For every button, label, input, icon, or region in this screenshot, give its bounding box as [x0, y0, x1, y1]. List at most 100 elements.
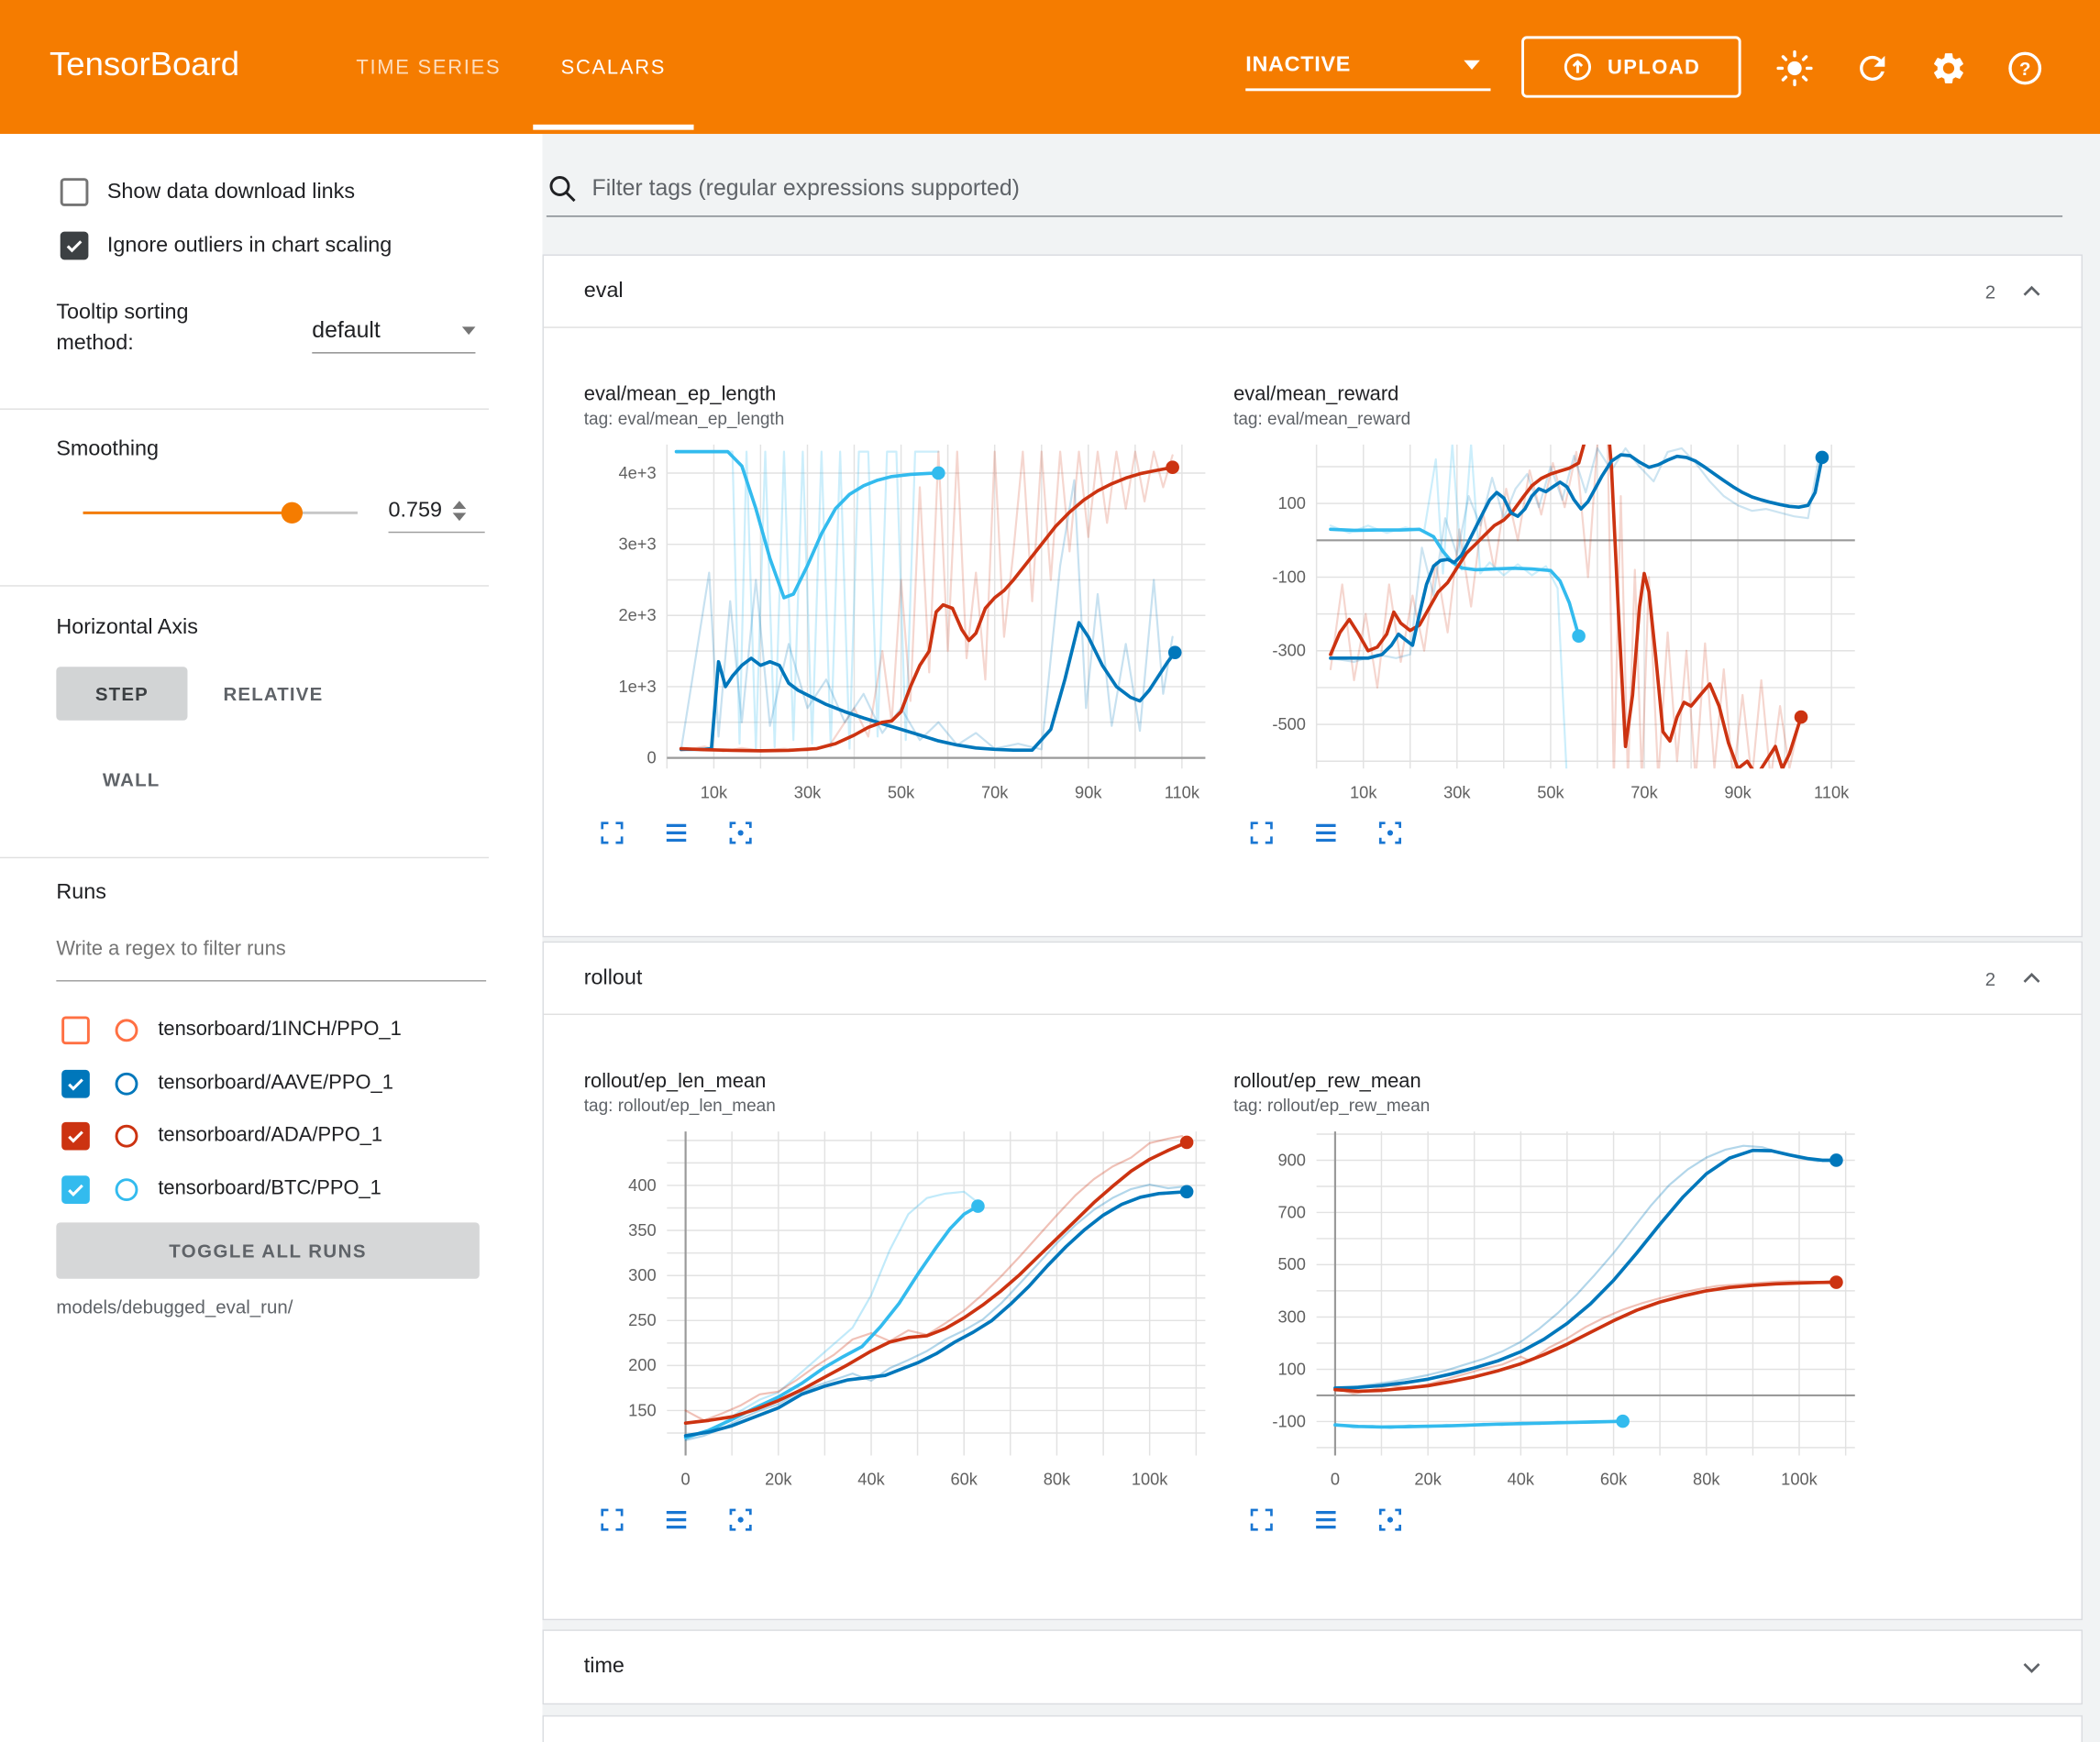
- fit-domain-button[interactable]: [1376, 818, 1405, 847]
- run-checkbox[interactable]: [61, 1175, 90, 1204]
- fit-domain-icon: [1376, 818, 1405, 847]
- divider: [0, 585, 489, 586]
- svg-text:90k: 90k: [1075, 782, 1102, 801]
- ignore-outliers-checkbox[interactable]: [61, 232, 89, 260]
- svg-text:80k: 80k: [1693, 1470, 1720, 1489]
- run-label: tensorboard/ADA/PPO_1: [158, 1123, 382, 1146]
- chart-toolbar: [584, 1505, 1213, 1535]
- slider-fill: [83, 512, 292, 514]
- tooltip-sorting-value: default: [312, 316, 381, 343]
- group-header-rollout[interactable]: rollout 2: [544, 943, 2082, 1015]
- run-checkbox[interactable]: [61, 1122, 90, 1151]
- settings-icon: [1930, 50, 1968, 87]
- toggle-all-runs-button[interactable]: TOGGLE ALL RUNS: [56, 1222, 480, 1278]
- divider: [0, 857, 489, 858]
- run-item-ada[interactable]: tensorboard/ADA/PPO_1: [0, 1110, 542, 1163]
- tooltip-sorting-label: Tooltip sorting method:: [56, 297, 271, 358]
- svg-text:3e+3: 3e+3: [619, 535, 657, 554]
- svg-text:0: 0: [1331, 1470, 1340, 1489]
- fit-domain-button[interactable]: [726, 818, 756, 847]
- stepper-down-icon[interactable]: [453, 513, 467, 521]
- fullscreen-button[interactable]: [1247, 818, 1277, 847]
- group-title: eval: [584, 280, 624, 303]
- run-item-1inch[interactable]: tensorboard/1INCH/PPO_1: [0, 1004, 542, 1057]
- upload-button-label: UPLOAD: [1608, 56, 1700, 79]
- line-chart-eval-mean-reward[interactable]: 10k30k50k70k90k110k100-100-300-500: [1233, 434, 1862, 815]
- ignore-outliers-label: Ignore outliers in chart scaling: [107, 235, 392, 259]
- tag-filter-input[interactable]: [592, 175, 2063, 202]
- fullscreen-icon: [1247, 818, 1277, 847]
- svg-text:150: 150: [628, 1400, 656, 1419]
- group-header-eval[interactable]: eval 2: [544, 256, 2082, 328]
- data-table-button[interactable]: [661, 818, 691, 847]
- svg-text:80k: 80k: [1044, 1470, 1071, 1489]
- chart-tag: tag: rollout/ep_len_mean: [584, 1096, 1213, 1116]
- chevron-down-icon: [2017, 1652, 2046, 1681]
- settings-button[interactable]: [1930, 50, 1968, 87]
- fullscreen-button[interactable]: [597, 818, 626, 847]
- brightness-toggle-button[interactable]: [1776, 50, 1814, 87]
- fit-domain-button[interactable]: [1376, 1505, 1405, 1535]
- line-chart-rollout-ep-len-mean[interactable]: 020k40k60k80k100k150200250300350400: [584, 1120, 1213, 1502]
- group-header-time[interactable]: time: [544, 1631, 2082, 1703]
- chevron-down-icon: [1464, 61, 1480, 70]
- check-icon: [64, 1178, 87, 1201]
- show-download-links-checkbox[interactable]: [61, 178, 89, 206]
- smoothing-stepper[interactable]: [453, 501, 467, 521]
- run-item-btc[interactable]: tensorboard/BTC/PPO_1: [0, 1163, 542, 1217]
- fullscreen-button[interactable]: [597, 1505, 626, 1535]
- axis-button-relative[interactable]: RELATIVE: [212, 667, 335, 720]
- svg-text:1e+3: 1e+3: [619, 677, 657, 696]
- check-icon: [64, 1073, 87, 1096]
- svg-text:90k: 90k: [1724, 782, 1752, 801]
- svg-text:-100: -100: [1272, 567, 1306, 586]
- data-table-icon: [1311, 818, 1341, 847]
- run-item-aave[interactable]: tensorboard/AAVE/PPO_1: [0, 1058, 542, 1111]
- run-label: tensorboard/BTC/PPO_1: [158, 1177, 381, 1200]
- run-checkbox[interactable]: [61, 1016, 90, 1044]
- status-dropdown[interactable]: INACTIVE: [1245, 41, 1490, 91]
- svg-text:-500: -500: [1272, 714, 1306, 733]
- group-title: rollout: [584, 966, 643, 990]
- smoothing-value-input[interactable]: [389, 499, 453, 523]
- svg-text:400: 400: [628, 1175, 656, 1195]
- fullscreen-icon: [1247, 1505, 1277, 1535]
- smoothing-slider[interactable]: [83, 502, 358, 524]
- fit-domain-button[interactable]: [726, 1505, 756, 1535]
- tooltip-sorting-dropdown[interactable]: default: [312, 308, 475, 354]
- help-button[interactable]: ?: [2006, 50, 2044, 87]
- runs-filter-input[interactable]: [56, 937, 486, 960]
- stepper-up-icon[interactable]: [453, 501, 467, 509]
- data-table-button[interactable]: [1311, 818, 1341, 847]
- axis-button-wall[interactable]: WALL: [70, 753, 193, 806]
- line-chart-rollout-ep-rew-mean[interactable]: 020k40k60k80k100k-100100300500700900: [1233, 1120, 1862, 1502]
- smoothing-slider-thumb[interactable]: [281, 502, 302, 524]
- tab-time-series[interactable]: TIME SERIES: [322, 0, 536, 134]
- run-color-swatch: [116, 1125, 138, 1148]
- expand-group-button[interactable]: [2017, 1652, 2046, 1681]
- svg-text:900: 900: [1277, 1150, 1305, 1169]
- status-dropdown-value: INACTIVE: [1245, 53, 1351, 77]
- tab-scalars[interactable]: SCALARS: [533, 0, 693, 134]
- svg-text:40k: 40k: [857, 1470, 885, 1489]
- run-color-swatch: [116, 1178, 138, 1201]
- fullscreen-button[interactable]: [1247, 1505, 1277, 1535]
- tag-filter-field: [547, 160, 2062, 216]
- search-icon: [547, 172, 579, 204]
- data-table-icon: [1311, 1505, 1341, 1535]
- svg-text:200: 200: [628, 1355, 656, 1374]
- collapse-group-button[interactable]: [2017, 277, 2046, 306]
- run-label: tensorboard/1INCH/PPO_1: [158, 1018, 401, 1041]
- svg-text:20k: 20k: [1414, 1470, 1442, 1489]
- svg-text:250: 250: [628, 1310, 656, 1329]
- collapse-group-button[interactable]: [2017, 964, 2046, 993]
- card-group-rollout: rollout 2 rollout/ep_len_mean tag: rollo…: [542, 942, 2083, 1620]
- chart-title: eval/mean_ep_length: [584, 383, 1213, 406]
- data-table-button[interactable]: [661, 1505, 691, 1535]
- upload-button[interactable]: UPLOAD: [1521, 36, 1741, 97]
- line-chart-eval-mean-ep-length[interactable]: 10k30k50k70k90k110k01e+32e+33e+34e+3: [584, 434, 1213, 815]
- axis-button-step[interactable]: STEP: [56, 667, 187, 720]
- data-table-button[interactable]: [1311, 1505, 1341, 1535]
- run-checkbox[interactable]: [61, 1070, 90, 1098]
- refresh-button[interactable]: [1853, 50, 1891, 87]
